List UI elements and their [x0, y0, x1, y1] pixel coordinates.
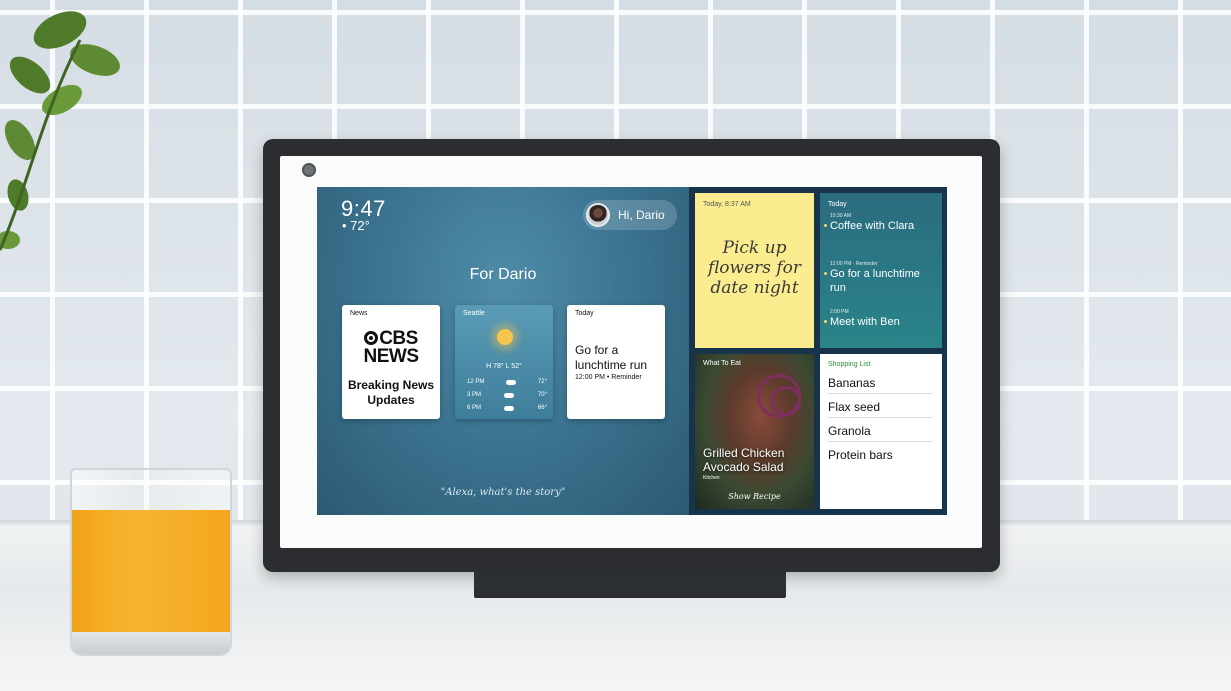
device-screen: 9:47 • 72° Hi, Dario For Dario News CBS … — [317, 187, 947, 515]
forecast-row: 12 PM 72° — [467, 379, 547, 385]
sticky-text: Pick up flowers for date night — [707, 238, 802, 298]
agenda-item[interactable]: 10:30 AM Coffee with Clara — [824, 213, 938, 233]
plant-leaves — [0, 11, 120, 251]
recipe-label: What To Eat — [703, 360, 742, 367]
onion-slice — [771, 386, 801, 416]
list-item[interactable]: Granola — [828, 424, 932, 442]
news-card[interactable]: News CBS NEWS Breaking News Updates — [342, 305, 440, 419]
news-headline: Breaking News Updates — [347, 378, 435, 407]
current-temperature: • 72° — [342, 218, 370, 233]
card-label-today: Today — [575, 310, 594, 317]
list-item[interactable]: Flax seed — [828, 400, 932, 418]
cloud-icon — [504, 392, 515, 398]
widgets-pane: Today, 8:37 AM Pick up flowers for date … — [689, 187, 947, 515]
recipe-title: Grilled Chicken Avocado Salad — [703, 446, 785, 474]
cloud-icon — [504, 405, 515, 411]
glass-base — [72, 632, 230, 654]
card-label-news: News — [350, 310, 368, 317]
sticky-note-widget[interactable]: Today, 8:37 AM Pick up flowers for date … — [695, 193, 814, 348]
sticky-timestamp: Today, 8:37 AM — [703, 201, 751, 208]
camera-icon — [302, 163, 316, 177]
orange-juice-glass — [70, 468, 232, 656]
agenda-dot-icon — [824, 272, 827, 275]
profile-greeting[interactable]: Hi, Dario — [583, 200, 677, 230]
shopping-list-label: Shopping List — [828, 361, 871, 368]
agenda-dot-icon — [824, 320, 827, 323]
greeting-text: Hi, Dario — [618, 208, 665, 222]
cbs-news-logo: CBS NEWS — [363, 328, 420, 367]
voice-hint: "Alexa, what's the story" — [440, 487, 566, 498]
card-label-weather: Seattle — [463, 310, 485, 317]
recipe-source: Kitchen — [703, 475, 720, 481]
agenda-widget[interactable]: Today 10:30 AM Coffee with Clara 12:00 P… — [820, 193, 942, 348]
shopping-list-widget[interactable]: Shopping List Bananas Flax seed Granola … — [820, 354, 942, 509]
avatar — [586, 203, 610, 227]
show-recipe-button[interactable]: Show Recipe — [695, 492, 814, 501]
home-pane: 9:47 • 72° Hi, Dario For Dario News CBS … — [317, 187, 689, 515]
reminder-subtitle: 12:00 PM • Reminder — [575, 374, 642, 381]
forecast-row: 6 PM 66° — [467, 405, 547, 411]
recipe-widget[interactable]: What To Eat Grilled Chicken Avocado Sala… — [695, 354, 814, 509]
weather-card[interactable]: Seattle H 78° L 52° 12 PM 72° 3 PM 70° 6… — [455, 305, 553, 419]
reminder-title: Go for a lunchtime run — [575, 343, 648, 372]
high-low: H 78° L 52° — [486, 363, 522, 370]
agenda-item[interactable]: 12:00 PM · Reminder Go for a lunchtime r… — [824, 261, 938, 295]
cloud-icon — [506, 379, 517, 385]
today-reminder-card[interactable]: Today Go for a lunchtime run 12:00 PM • … — [567, 305, 665, 419]
page-title: For Dario — [469, 266, 537, 283]
agenda-item[interactable]: 2:00 PM Meet with Ben — [824, 309, 938, 329]
sun-icon — [497, 329, 513, 345]
list-item[interactable]: Protein bars — [828, 448, 932, 465]
cbs-eye-icon — [364, 331, 379, 345]
forecast-row: 3 PM 70° — [467, 392, 547, 398]
agenda-label: Today — [828, 201, 847, 208]
juice — [72, 510, 230, 632]
list-item[interactable]: Bananas — [828, 376, 932, 394]
agenda-dot-icon — [824, 224, 827, 227]
